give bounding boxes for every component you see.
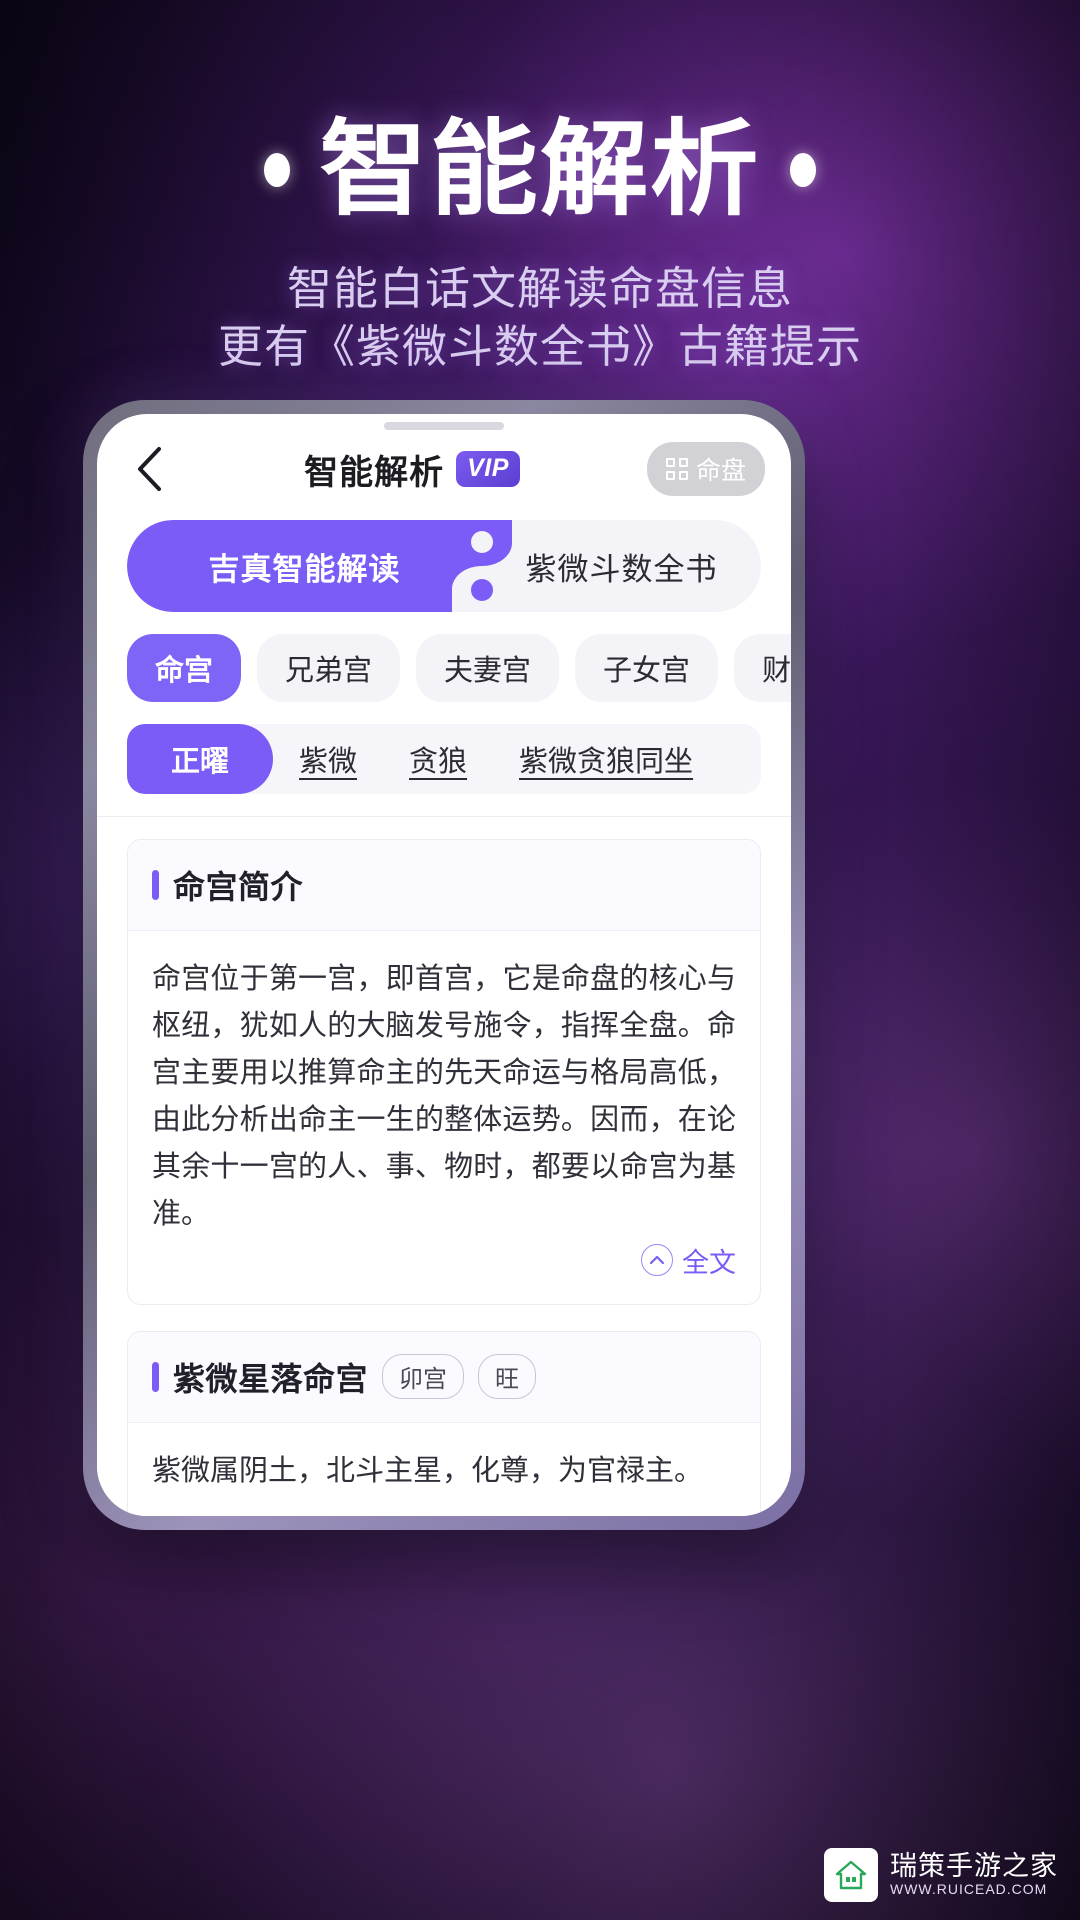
expand-full-text-label: 全文	[682, 1247, 736, 1279]
house-icon	[824, 1848, 878, 1902]
star-tab-zhengyao[interactable]: 正曜	[127, 724, 274, 794]
tab-intelligent-reading[interactable]: 吉真智能解读	[127, 520, 482, 612]
accent-bar-icon	[152, 1361, 159, 1392]
card-header: 命宫简介	[128, 840, 760, 931]
decorative-dot-right-icon	[790, 152, 816, 187]
chevron-up-icon	[641, 1244, 673, 1277]
card-body: 命宫位于第一宫，即首宫，它是命盘的核心与枢纽，犹如人的大脑发号施令，指挥全盘。命…	[128, 931, 760, 1304]
card-paragraph-accent: 紫微坐命宫之人的形象：	[152, 1510, 736, 1517]
star-tab-ziwei-tanlang[interactable]: 紫微贪狼同坐	[493, 724, 719, 794]
card-header: 紫微星落命宫 卯宫 旺	[128, 1331, 760, 1423]
hero-title-row: 智能解析	[0, 108, 1080, 230]
page-title: 智能解析	[319, 108, 761, 230]
palace-chip-ming[interactable]: 命宫	[127, 634, 242, 702]
expand-full-text-button[interactable]: 全文	[152, 1241, 736, 1290]
card-paragraph: 命宫位于第一宫，即首宫，它是命盘的核心与枢纽，犹如人的大脑发号施令，指挥全盘。命…	[152, 961, 736, 1230]
vip-badge: VIP	[456, 451, 520, 487]
palace-chip-row[interactable]: 命宫 兄弟宫 夫妻宫 子女宫 财帛宫 疾	[127, 634, 791, 702]
palace-chip-fuqi[interactable]: 夫妻宫	[416, 634, 560, 702]
watermark-text: 瑞策手游之家 WWW.RUICEAD.COM	[890, 1852, 1058, 1897]
content-area: 命宫简介 命宫位于第一宫，即首宫，它是命盘的核心与枢纽，犹如人的大脑发号施令，指…	[97, 817, 791, 1516]
phone-mockup: 智能解析 VIP 命盘 吉真智能解读 紫微斗数全书 命宫 兄弟宫 夫妻宫 子女宫…	[83, 400, 805, 1530]
watermark-url: WWW.RUICEAD.COM	[890, 1881, 1048, 1898]
palace-chip-xiongdi[interactable]: 兄弟宫	[257, 634, 401, 702]
chevron-left-icon	[138, 447, 161, 491]
card-paragraph-1: 紫微属阴土，北斗主星，化尊，为官禄主。	[152, 1452, 704, 1487]
phone-notch	[384, 422, 504, 430]
card-tag-strength: 旺	[478, 1354, 537, 1400]
hero-section: 智能解析 智能白话文解读命盘信息 更有《紫微斗数全书》古籍提示	[0, 108, 1080, 377]
tab-ziwei-book[interactable]: 紫微斗数全书	[482, 520, 761, 612]
header-title-group: 智能解析 VIP	[177, 445, 647, 494]
card-ming-gong-intro: 命宫简介 命宫位于第一宫，即首宫，它是命盘的核心与枢纽，犹如人的大脑发号施令，指…	[127, 839, 761, 1305]
hero-subtitle: 智能白话文解读命盘信息 更有《紫微斗数全书》古籍提示	[0, 260, 1080, 377]
app-title: 智能解析	[304, 452, 445, 493]
star-tab-tanlang[interactable]: 贪狼	[383, 724, 493, 794]
decorative-dot-left-icon	[263, 152, 290, 187]
chart-button[interactable]: 命盘	[646, 442, 765, 496]
segmented-tabs: 吉真智能解读 紫微斗数全书	[127, 520, 761, 612]
card-title: 紫微星落命宫	[173, 1359, 369, 1398]
grid-icon	[665, 458, 688, 480]
accent-bar-icon	[152, 870, 159, 900]
hero-subtitle-line-1: 智能白话文解读命盘信息	[286, 261, 793, 315]
watermark-title: 瑞策手游之家	[890, 1851, 1058, 1883]
hero-subtitle-line-2: 更有《紫微斗数全书》古籍提示	[217, 320, 862, 374]
palace-chip-zinv[interactable]: 子女宫	[575, 634, 719, 702]
card-body: 紫微属阴土，北斗主星，化尊，为官禄主。 紫微坐命宫之人的形象： 长圆脸，可能偏瘦…	[128, 1423, 760, 1516]
star-tab-ziwei[interactable]: 紫微	[273, 724, 383, 794]
card-ziwei-star: 紫微星落命宫 卯宫 旺 紫微属阴土，北斗主星，化尊，为官禄主。 紫微坐命宫之人的…	[127, 1330, 761, 1516]
back-button[interactable]	[123, 442, 177, 496]
palace-chip-caibo[interactable]: 财帛宫	[734, 634, 791, 702]
card-tag-palace: 卯宫	[382, 1354, 465, 1400]
card-title: 命宫简介	[173, 868, 304, 906]
chart-button-label: 命盘	[695, 456, 746, 485]
phone-screen: 智能解析 VIP 命盘 吉真智能解读 紫微斗数全书 命宫 兄弟宫 夫妻宫 子女宫…	[97, 414, 791, 1516]
watermark: 瑞策手游之家 WWW.RUICEAD.COM	[824, 1848, 1058, 1902]
star-tab-row[interactable]: 正曜 紫微 贪狼 紫微贪狼同坐	[127, 724, 761, 794]
